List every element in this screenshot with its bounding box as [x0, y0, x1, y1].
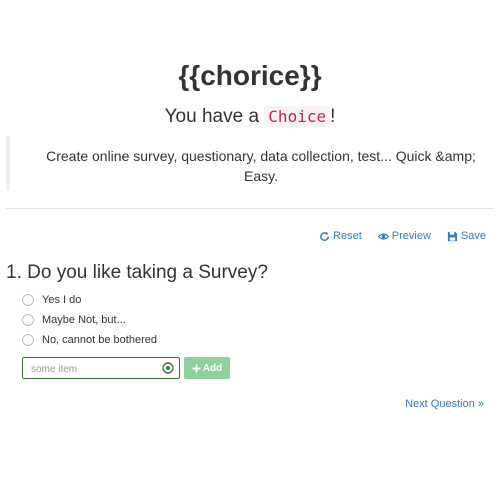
option-label: No, cannot be bothered — [42, 334, 157, 346]
add-item-row: Add — [22, 357, 230, 379]
ok-circle-icon — [162, 362, 174, 374]
floppy-icon — [447, 231, 458, 241]
preview-button[interactable]: Preview — [377, 230, 431, 242]
question-number: 1. — [6, 262, 22, 283]
app-title: {{chorice}} — [178, 60, 322, 91]
new-item-input[interactable] — [29, 359, 163, 379]
option-maybe[interactable]: Maybe Not, but... — [22, 310, 157, 330]
save-label: Save — [460, 230, 486, 242]
eye-icon — [377, 232, 389, 240]
answer-options: Yes I do Maybe Not, but... No, cannot be… — [22, 290, 157, 350]
reset-button[interactable]: Reset — [319, 230, 362, 242]
reset-label: Reset — [333, 230, 362, 242]
option-label: Yes I do — [42, 294, 82, 306]
option-label: Maybe Not, but... — [42, 314, 126, 326]
preview-label: Preview — [391, 230, 431, 242]
plus-icon — [192, 363, 201, 373]
new-item-field[interactable] — [22, 357, 180, 379]
refresh-icon — [320, 231, 329, 241]
radio-button[interactable] — [22, 294, 34, 306]
next-question-link[interactable]: Next Question » — [405, 398, 484, 410]
question-title: 1. Do you like taking a Survey? — [6, 262, 268, 284]
toolbar: Reset Preview Save — [319, 230, 486, 242]
tagline: You have a Choice! — [0, 106, 500, 128]
tagline-prefix: You have a — [164, 106, 265, 127]
question-text: Do you like taking a Survey? — [27, 262, 268, 283]
tagline-code: Choice — [264, 106, 331, 127]
option-no[interactable]: No, cannot be bothered — [22, 330, 157, 350]
description-text: Create online survey, questionary, data … — [46, 148, 476, 184]
save-button[interactable]: Save — [447, 230, 486, 242]
description-blockquote: Create online survey, questionary, data … — [6, 136, 494, 191]
add-label: Add — [202, 362, 223, 374]
radio-button[interactable] — [22, 334, 34, 346]
divider — [6, 208, 494, 209]
option-yes[interactable]: Yes I do — [22, 290, 157, 310]
radio-button[interactable] — [22, 314, 34, 326]
add-button[interactable]: Add — [184, 357, 230, 379]
tagline-suffix: ! — [330, 106, 336, 127]
